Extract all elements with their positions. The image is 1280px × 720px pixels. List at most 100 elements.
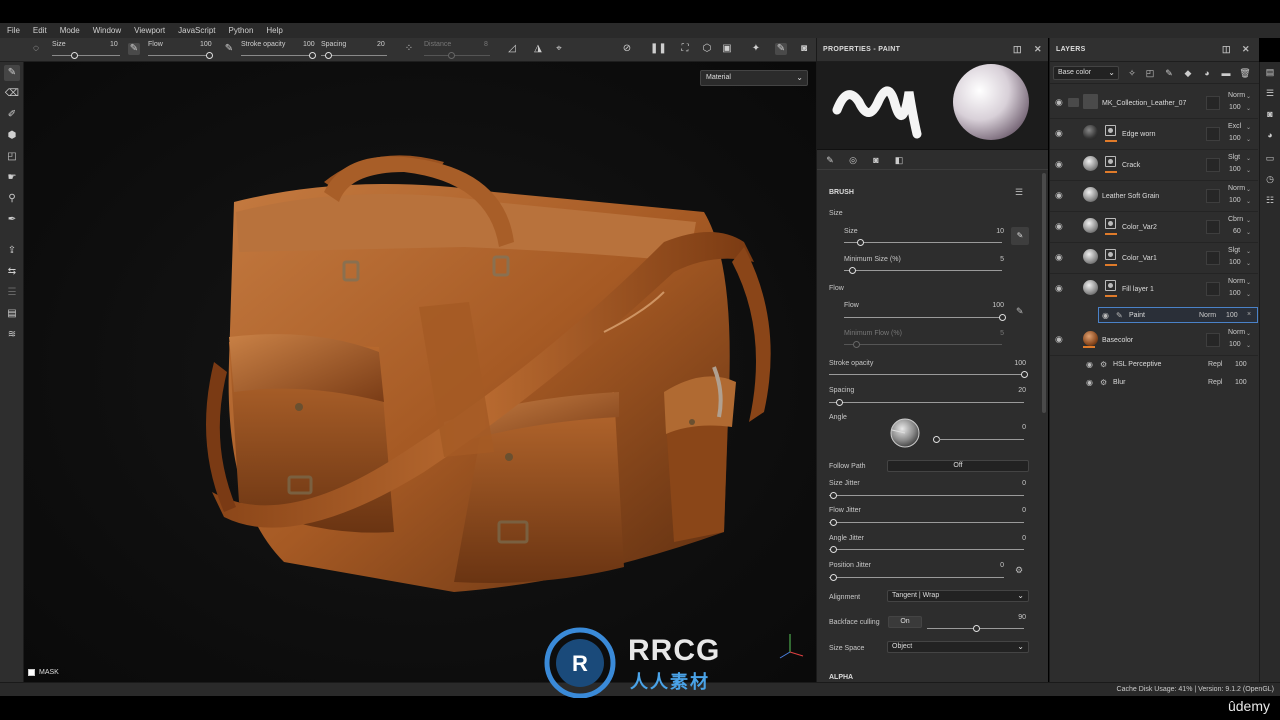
visibility-eye-icon[interactable]: ◉ [1102,311,1109,320]
layer-row[interactable]: ◉ Edge worn Excl 100 ⌄ ⌄ [1050,119,1258,150]
toolbar-distance-slider[interactable] [424,55,490,56]
size-space-select[interactable]: Object ⌄ [887,641,1029,653]
document-icon[interactable]: ▤ [4,306,20,322]
camera-icon[interactable]: ▣ [721,43,733,55]
visibility-eye-icon[interactable]: ◉ [1055,98,1066,107]
position-jitter-handle[interactable] [830,574,837,581]
stroke-opacity-slider[interactable] [829,374,1024,375]
shader-settings-icon[interactable]: ◕ [1264,129,1276,141]
toolbar-distance-handle[interactable] [448,52,455,59]
stroke-opacity-handle[interactable] [1021,371,1028,378]
menu-file[interactable]: File [7,26,20,35]
menu-python[interactable]: Python [229,26,254,35]
layer-opacity[interactable]: 100 [1229,166,1241,173]
layer-blend-mode[interactable]: Cbrn [1228,216,1243,223]
texture-set-list-icon[interactable]: ▤ [1264,66,1276,78]
layer-opacity[interactable]: 100 [1229,290,1241,297]
layer-row[interactable]: ◉ MK_Collection_Leather_07 Norm 100 ⌄ ⌄ [1050,88,1258,119]
layer-blend-mode[interactable]: Norm [1228,278,1245,285]
add-smart-material-icon[interactable]: ◕ [1201,67,1213,79]
layer-row[interactable]: ◉ Fill layer 1 Norm 100 ⌄ ⌄ [1050,274,1258,305]
paint-brush-tool-icon[interactable]: ✎ [4,65,20,81]
toolbar-stroke-handle[interactable] [309,52,316,59]
layer-row[interactable]: ◉ Color_Var2 Cbrn 60 ⌄ ⌄ [1050,212,1258,243]
spacing-slider[interactable] [829,402,1024,403]
layer-opacity[interactable]: 100 [1229,197,1241,204]
clone-stamp-icon[interactable]: ⚲ [4,191,20,207]
add-effect-icon[interactable]: ✧ [1126,67,1138,79]
eraser-tool-icon[interactable]: ⌫ [4,86,20,102]
cube-view-icon[interactable]: ⬡ [701,43,713,55]
layers-stack-icon[interactable]: ≋ [4,327,20,343]
effect-sublayer[interactable]: ◉ ⚙ HSL Perceptive Repl 100 [1083,357,1258,373]
channel-select[interactable]: Base color ⌄ [1053,66,1119,80]
sublayer-opacity[interactable]: 100 [1235,361,1247,368]
toolbar-stroke-slider[interactable] [241,55,315,56]
sublayer-blend-mode[interactable]: Repl [1208,361,1222,368]
angle-jitter-slider[interactable] [829,549,1024,550]
picker-icon[interactable]: ✦ [750,43,762,55]
toolbar-size-slider[interactable] [52,55,120,56]
close-panel-icon[interactable]: ✕ [1242,44,1250,55]
symmetry-settings-icon[interactable]: ⌖ [553,43,565,55]
menu-help[interactable]: Help [266,26,282,35]
size-jitter-slider[interactable] [829,495,1024,496]
export-icon[interactable]: ⇆ [4,264,20,280]
layer-blend-mode[interactable]: Excl [1228,123,1241,130]
polygon-fill-icon[interactable]: ◰ [4,149,20,165]
sublayer-blend-mode[interactable]: Repl [1208,379,1222,386]
hide-icon[interactable]: ⊘ [621,43,633,55]
position-jitter-slider[interactable] [829,577,1004,578]
sublayer-blend-mode[interactable]: Norm [1199,312,1216,319]
alignment-select[interactable]: Tangent | Wrap ⌄ [887,590,1029,602]
angle-slider[interactable] [939,439,1024,440]
layer-blend-mode[interactable]: Slgt [1228,154,1240,161]
brush-options-icon[interactable]: ☰ [1015,187,1023,198]
size-jitter-handle[interactable] [830,492,837,499]
layer-row[interactable]: ◉ Basecolor Norm 100 ⌄ ⌄ [1050,325,1258,356]
symmetry-icon[interactable]: ◮ [532,43,544,55]
pressure-flow-icon[interactable]: ✎ [223,43,235,55]
close-panel-icon[interactable]: ✕ [1034,44,1042,55]
menu-window[interactable]: Window [93,26,121,35]
add-mask-icon[interactable]: ◰ [1144,67,1156,79]
visibility-eye-icon[interactable]: ◉ [1055,222,1066,231]
angle-ruler-icon[interactable]: ◿ [506,43,518,55]
projection-tool-icon[interactable]: ✐ [4,107,20,123]
visibility-eye-icon[interactable]: ◉ [1055,191,1066,200]
bake-icon[interactable]: ⇪ [4,243,20,259]
float-panel-icon[interactable]: ◫ [1013,44,1022,55]
add-paint-layer-icon[interactable]: ✎ [1163,67,1175,79]
screenshot-icon[interactable]: ◙ [798,43,810,55]
brush-preset-icon[interactable]: ◌ [30,43,42,55]
frame-icon[interactable]: ⛶ [679,43,691,55]
texture-set-settings-icon[interactable]: ☰ [1264,87,1276,99]
menu-viewport[interactable]: Viewport [134,26,165,35]
backface-toggle[interactable]: On [888,616,922,628]
log-icon[interactable]: ☷ [1264,194,1276,206]
menu-edit[interactable]: Edit [33,26,47,35]
geometry-fill-icon[interactable]: ⬢ [4,128,20,144]
paint-mode-icon[interactable]: ✎ [775,43,787,55]
3d-viewport[interactable]: Material ⌄ MASK [24,62,816,682]
properties-scrollbar[interactable] [1042,173,1046,413]
effect-sublayer[interactable]: ◉ ⚙ Blur Repl 100 [1083,375,1258,391]
min-size-slider[interactable] [844,270,1002,271]
toolbar-flow-handle[interactable] [206,52,213,59]
delete-layer-icon[interactable]: 🗑 [1239,67,1251,79]
tab-stencil-icon[interactable]: ◙ [869,153,883,167]
visibility-eye-icon[interactable]: ◉ [1055,160,1066,169]
smudge-tool-icon[interactable]: ☛ [4,170,20,186]
flow-pressure-icon[interactable]: ✎ [1016,306,1024,317]
menu-javascript[interactable]: JavaScript [178,26,215,35]
float-panel-icon[interactable]: ◫ [1222,44,1231,55]
layer-row[interactable]: ◉ Color_Var1 Slgt 100 ⌄ ⌄ [1050,243,1258,274]
viewport-mode-select[interactable]: Material ⌄ [700,70,808,86]
tab-brush-icon[interactable]: ✎ [823,153,837,167]
layer-blend-mode[interactable]: Norm [1228,329,1245,336]
menu-mode[interactable]: Mode [60,26,80,35]
display-settings-icon[interactable]: ◙ [1264,108,1276,120]
size-slider[interactable] [844,242,1002,243]
layer-blend-mode[interactable]: Norm [1228,185,1245,192]
remove-sublayer-icon[interactable]: × [1247,311,1251,318]
